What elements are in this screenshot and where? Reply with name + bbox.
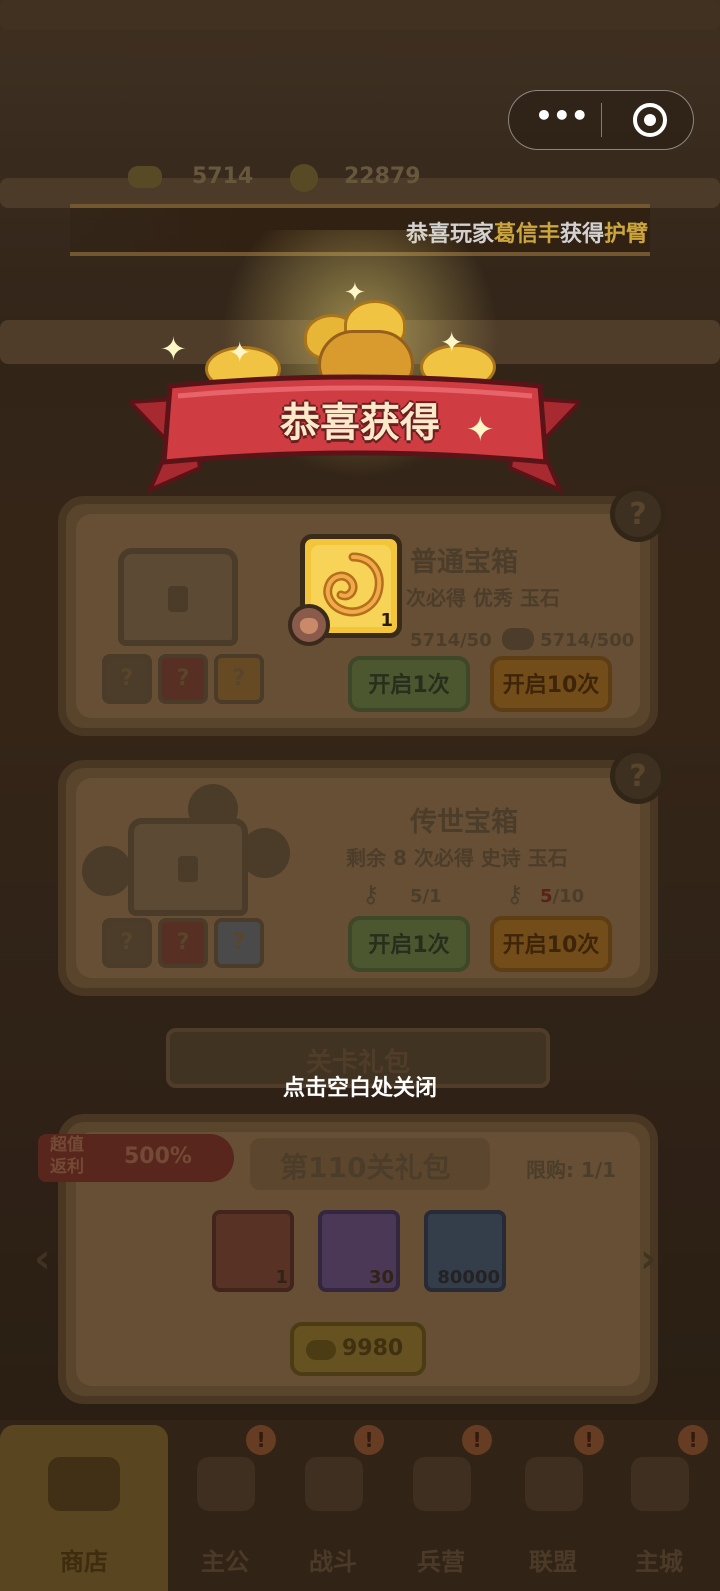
reward-item-count: 1 [380,610,393,631]
sparkle-icon: ✦ [228,336,252,369]
miniprogram-capsule: ••• [508,90,694,150]
capsule-divider [601,103,602,137]
close-hint: 点击空白处关闭 [282,1076,437,1101]
item-type-badge-icon [288,604,330,646]
sparkle-icon: ✦ [440,326,464,359]
sparkle-icon: ✦ [160,330,187,368]
jade-swirl-icon [323,552,384,617]
target-circle-icon[interactable] [633,103,667,137]
more-dots-icon[interactable]: ••• [535,102,589,133]
sparkle-icon: ✦ [466,410,495,450]
banner-title: 恭喜获得 [280,400,440,446]
sparkle-icon: ✦ [344,278,366,308]
